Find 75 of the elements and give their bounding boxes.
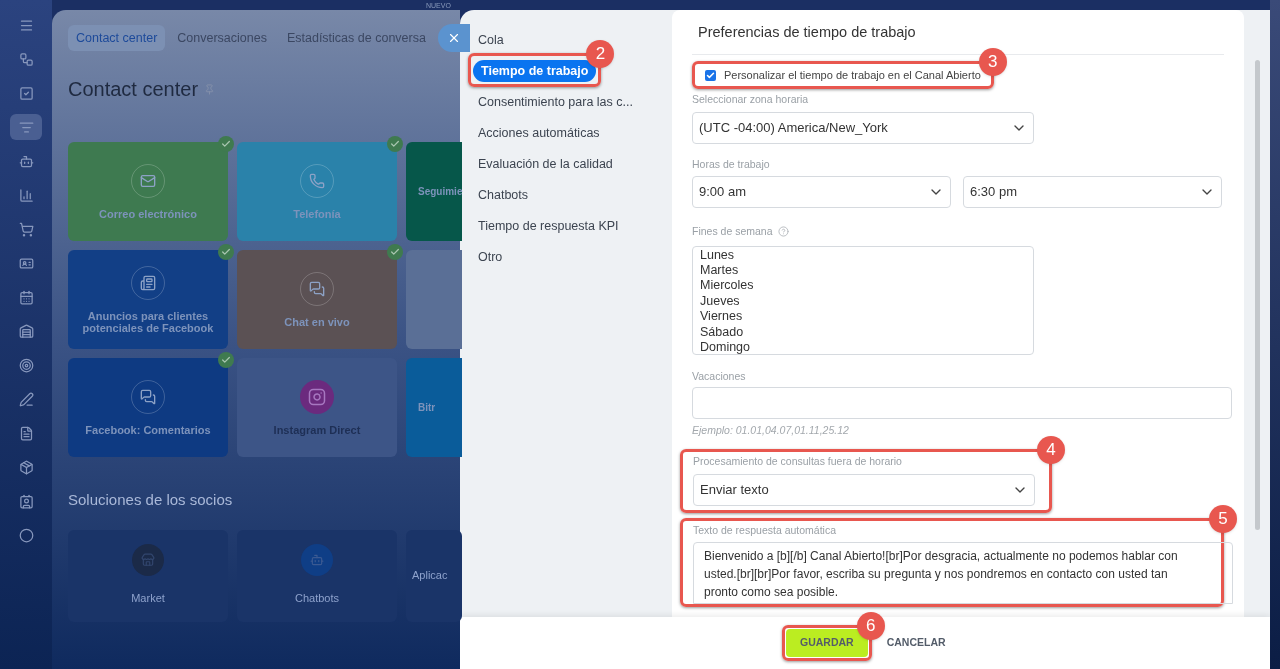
calendar-icon	[18, 289, 34, 305]
robot-icon	[301, 544, 333, 577]
cart-icon	[18, 221, 34, 237]
nodes-icon	[18, 51, 34, 67]
partner-tile[interactable]: Aplicac	[406, 529, 462, 622]
list-option[interactable]: Viernes	[700, 309, 1026, 325]
scrollbar[interactable]	[1254, 60, 1260, 530]
help-icon	[777, 226, 789, 238]
field-label: Fines de semana	[692, 223, 773, 239]
annotation-badge: 5	[1209, 504, 1237, 533]
robot-icon	[18, 153, 34, 169]
field-hint: Ejemplo: 01.01,04.07,01.11,25.12	[692, 423, 850, 439]
list-option[interactable]: Lunes	[700, 247, 1026, 263]
partner-tile[interactable]: Market	[68, 529, 228, 622]
tile-label: Facebook: Comentarios	[84, 423, 212, 436]
filter-icon	[18, 119, 34, 135]
sidebar-item[interactable]	[10, 114, 42, 140]
warehouse-icon	[18, 323, 34, 339]
dropdown[interactable]: (UTC -04:00) America/New_York	[692, 112, 1034, 144]
nav-item[interactable]: Tiempo de trabajo	[473, 60, 597, 83]
tile-label: Anuncios para clientes potenciales de Facebook	[81, 309, 215, 334]
list-option[interactable]: Domingo	[700, 339, 1026, 354]
tile-label: Chat en vivo	[283, 315, 351, 328]
box-icon	[18, 459, 34, 475]
list-option[interactable]: Martes	[700, 262, 1026, 279]
tile-label: Market	[131, 591, 165, 607]
tile-label: Chatbots	[295, 591, 339, 607]
menu-icon	[18, 17, 34, 33]
weekend-listbox[interactable]: Lunes Martes Miercoles Jueves Viernes Sábado Domingo	[692, 245, 1034, 355]
annotation-badge: 4	[1037, 436, 1065, 464]
field-label: Vacaciones	[692, 368, 747, 384]
channel-tile[interactable]	[406, 250, 462, 349]
dropdown[interactable]: 9:00 am	[692, 175, 951, 208]
cancel-button[interactable]: CANCELAR	[882, 629, 950, 657]
annotation-badge: 2	[586, 39, 615, 68]
save-button[interactable]: GUARDAR	[786, 629, 868, 657]
tile-label: Correo electrónico	[98, 207, 198, 220]
section-title: Soluciones de los socios	[68, 490, 234, 510]
pen-icon	[18, 391, 34, 407]
list-option[interactable]: Miercoles	[700, 278, 1026, 294]
page-title: Contact center	[68, 77, 199, 102]
text-area[interactable]: Bienvenido a [b][/b] Canal Abierto![br]Por desgracia, actualmente no podemos hablar con usted.[br][br]Por favor, escriba su pregunta y nos pondremos en contacto con usted tan pronto como sea posible.	[693, 541, 1233, 604]
close-button[interactable]	[437, 24, 470, 52]
store-icon	[132, 544, 164, 577]
custom-time-checkbox[interactable]: Personalizar el tiempo de trabajo en el Canal Abierto	[705, 66, 981, 84]
field-label: Procesamiento de consultas fuera de horario	[693, 454, 903, 469]
list-option[interactable]: Jueves	[700, 293, 1026, 310]
document-icon	[18, 425, 34, 441]
nav-item[interactable]: Cola	[470, 29, 512, 52]
nav-item[interactable]: Tiempo de respuesta KPI	[470, 215, 627, 238]
tile-label: Aplicac	[412, 568, 448, 584]
partner-tile[interactable]: Chatbots	[237, 529, 397, 622]
tile-label: Telefonía	[292, 207, 342, 220]
bar-chart-icon	[18, 187, 34, 203]
nav-item[interactable]: Consentimiento para las c...	[470, 91, 641, 114]
nav-item[interactable]: Acciones automáticas	[470, 122, 608, 145]
tile-label: Seguimie	[417, 185, 464, 198]
pin-icon	[204, 83, 216, 95]
circle-icon	[18, 527, 34, 543]
field-label: Seleccionar zona horaria	[692, 92, 810, 108]
contact-icon	[18, 493, 34, 509]
camera-icon	[300, 379, 334, 414]
nav-item[interactable]: Evaluación de la calidad	[470, 153, 621, 176]
tile-label: Bitr	[417, 401, 437, 414]
card-icon	[18, 255, 34, 271]
nav-item[interactable]: Chatbots	[470, 184, 537, 207]
field-label: Horas de trabajo	[692, 157, 771, 172]
field-label: Texto de respuesta automática	[693, 522, 837, 538]
target-icon	[18, 357, 34, 373]
dropdown[interactable]: Enviar texto	[693, 473, 1035, 506]
dropdown[interactable]: 6:30 pm	[963, 175, 1222, 208]
holidays-field[interactable]	[692, 387, 1232, 420]
nav-item[interactable]: Otro	[470, 246, 511, 269]
list-option[interactable]: Sábado	[700, 324, 1026, 340]
checkbox-icon	[18, 85, 34, 101]
